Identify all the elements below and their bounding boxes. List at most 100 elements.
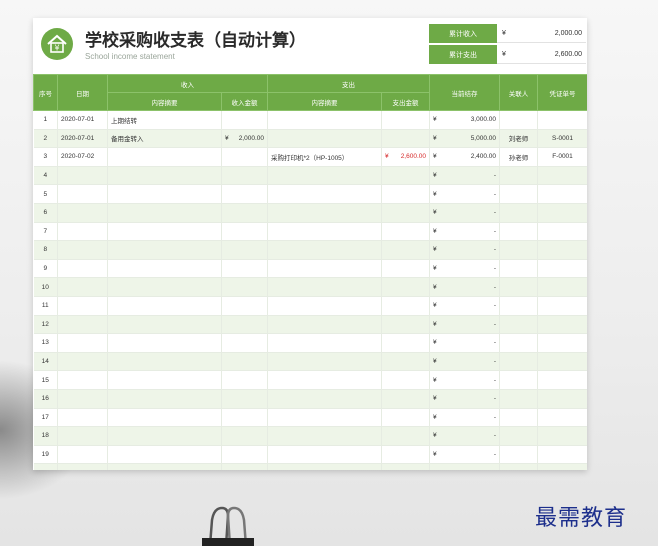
cell-contact[interactable] bbox=[499, 408, 538, 428]
cell-expense-desc[interactable] bbox=[267, 463, 382, 470]
cell-date[interactable]: 2020-07-02 bbox=[57, 147, 108, 167]
summary-expense-value[interactable]: 2,600.00 bbox=[511, 45, 586, 64]
cell-income-desc[interactable]: 上期结转 bbox=[107, 110, 222, 130]
cell-voucher[interactable] bbox=[537, 259, 587, 279]
cell-expense-desc[interactable] bbox=[267, 166, 382, 186]
cell-income-amount[interactable] bbox=[221, 389, 268, 409]
cell-voucher[interactable] bbox=[537, 277, 587, 297]
cell-income-amount[interactable]: ¥2,000.00 bbox=[221, 129, 268, 149]
cell-seq[interactable]: 11 bbox=[33, 296, 58, 316]
cell-seq[interactable]: 14 bbox=[33, 352, 58, 372]
cell-voucher[interactable] bbox=[537, 463, 587, 470]
cell-income-amount[interactable] bbox=[221, 110, 268, 130]
cell-income-desc[interactable] bbox=[107, 463, 222, 470]
cell-balance[interactable]: ¥2,400.00 bbox=[429, 147, 500, 167]
cell-voucher[interactable] bbox=[537, 370, 587, 390]
cell-contact[interactable] bbox=[499, 166, 538, 186]
cell-voucher[interactable]: S-0001 bbox=[537, 129, 587, 149]
cell-seq[interactable]: 8 bbox=[33, 240, 58, 260]
cell-seq[interactable]: 12 bbox=[33, 315, 58, 335]
cell-balance[interactable]: ¥- bbox=[429, 408, 500, 428]
cell-income-amount[interactable] bbox=[221, 296, 268, 316]
cell-voucher[interactable] bbox=[537, 203, 587, 223]
cell-date[interactable] bbox=[57, 166, 108, 186]
cell-seq[interactable]: 10 bbox=[33, 277, 58, 297]
cell-balance[interactable]: ¥- bbox=[429, 463, 500, 470]
cell-income-desc[interactable] bbox=[107, 352, 222, 372]
cell-contact[interactable] bbox=[499, 296, 538, 316]
cell-seq[interactable]: 3 bbox=[33, 147, 58, 167]
cell-income-desc[interactable] bbox=[107, 166, 222, 186]
cell-voucher[interactable] bbox=[537, 222, 587, 242]
cell-income-amount[interactable] bbox=[221, 408, 268, 428]
cell-expense-desc[interactable] bbox=[267, 426, 382, 446]
cell-expense-desc[interactable] bbox=[267, 408, 382, 428]
cell-voucher[interactable] bbox=[537, 408, 587, 428]
cell-voucher[interactable] bbox=[537, 315, 587, 335]
cell-expense-amount[interactable]: ¥2,600.00 bbox=[381, 147, 430, 167]
cell-expense-desc[interactable] bbox=[267, 129, 382, 149]
cell-balance[interactable]: ¥- bbox=[429, 166, 500, 186]
cell-voucher[interactable] bbox=[537, 166, 587, 186]
cell-contact[interactable] bbox=[499, 222, 538, 242]
cell-expense-amount[interactable] bbox=[381, 129, 430, 149]
cell-date[interactable] bbox=[57, 259, 108, 279]
cell-voucher[interactable] bbox=[537, 333, 587, 353]
cell-income-amount[interactable] bbox=[221, 370, 268, 390]
cell-expense-amount[interactable] bbox=[381, 333, 430, 353]
cell-balance[interactable]: ¥- bbox=[429, 352, 500, 372]
cell-seq[interactable]: 18 bbox=[33, 426, 58, 446]
cell-contact[interactable] bbox=[499, 463, 538, 470]
summary-income-value[interactable]: 2,000.00 bbox=[511, 24, 586, 43]
cell-balance[interactable]: ¥- bbox=[429, 296, 500, 316]
cell-date[interactable] bbox=[57, 203, 108, 223]
cell-expense-desc[interactable] bbox=[267, 333, 382, 353]
cell-expense-amount[interactable] bbox=[381, 352, 430, 372]
cell-expense-amount[interactable] bbox=[381, 408, 430, 428]
cell-date[interactable] bbox=[57, 426, 108, 446]
cell-voucher[interactable] bbox=[537, 296, 587, 316]
cell-balance[interactable]: ¥- bbox=[429, 389, 500, 409]
cell-contact[interactable] bbox=[499, 445, 538, 465]
cell-balance[interactable]: ¥- bbox=[429, 203, 500, 223]
cell-voucher[interactable] bbox=[537, 184, 587, 204]
cell-balance[interactable]: ¥- bbox=[429, 259, 500, 279]
cell-expense-desc[interactable] bbox=[267, 352, 382, 372]
cell-date[interactable] bbox=[57, 296, 108, 316]
cell-income-amount[interactable] bbox=[221, 166, 268, 186]
cell-income-desc[interactable] bbox=[107, 389, 222, 409]
cell-date[interactable] bbox=[57, 352, 108, 372]
cell-balance[interactable]: ¥- bbox=[429, 333, 500, 353]
cell-income-desc[interactable]: 备用金转入 bbox=[107, 129, 222, 149]
cell-income-desc[interactable] bbox=[107, 147, 222, 167]
cell-income-amount[interactable] bbox=[221, 240, 268, 260]
cell-expense-desc[interactable] bbox=[267, 296, 382, 316]
cell-balance[interactable]: ¥- bbox=[429, 222, 500, 242]
cell-expense-amount[interactable] bbox=[381, 370, 430, 390]
cell-date[interactable]: 2020-07-01 bbox=[57, 129, 108, 149]
cell-income-amount[interactable] bbox=[221, 184, 268, 204]
cell-contact[interactable] bbox=[499, 110, 538, 130]
cell-income-amount[interactable] bbox=[221, 259, 268, 279]
cell-expense-amount[interactable] bbox=[381, 315, 430, 335]
cell-income-desc[interactable] bbox=[107, 184, 222, 204]
cell-expense-amount[interactable] bbox=[381, 445, 430, 465]
cell-expense-desc[interactable] bbox=[267, 389, 382, 409]
cell-expense-amount[interactable] bbox=[381, 166, 430, 186]
cell-date[interactable] bbox=[57, 408, 108, 428]
cell-income-amount[interactable] bbox=[221, 463, 268, 470]
cell-expense-desc[interactable] bbox=[267, 203, 382, 223]
cell-income-desc[interactable] bbox=[107, 240, 222, 260]
cell-balance[interactable]: ¥- bbox=[429, 277, 500, 297]
cell-seq[interactable]: 6 bbox=[33, 203, 58, 223]
cell-expense-desc[interactable] bbox=[267, 222, 382, 242]
cell-date[interactable] bbox=[57, 370, 108, 390]
cell-contact[interactable]: 孙老师 bbox=[499, 147, 538, 167]
cell-seq[interactable]: 20 bbox=[33, 463, 58, 470]
cell-income-desc[interactable] bbox=[107, 296, 222, 316]
cell-seq[interactable]: 16 bbox=[33, 389, 58, 409]
cell-balance[interactable]: ¥5,000.00 bbox=[429, 129, 500, 149]
cell-expense-amount[interactable] bbox=[381, 110, 430, 130]
cell-income-amount[interactable] bbox=[221, 333, 268, 353]
cell-contact[interactable] bbox=[499, 203, 538, 223]
